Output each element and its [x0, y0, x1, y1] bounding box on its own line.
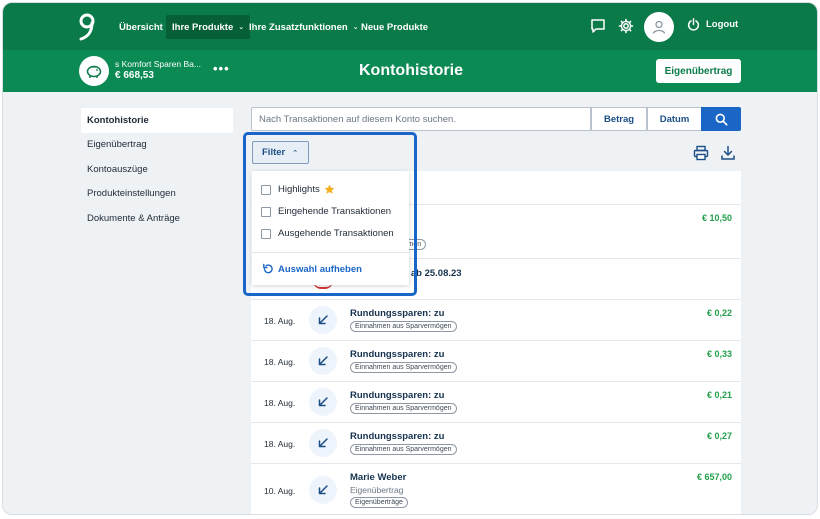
account-balance: € 668,53 — [115, 70, 154, 81]
search-placeholder: Nach Transaktionen auf diesem Konto such… — [259, 113, 456, 125]
sidebar: Kontohistorie Eigenübertrag Kontoauszüge… — [81, 108, 233, 231]
betrag-button[interactable]: Betrag — [591, 107, 647, 131]
account-avatar — [79, 56, 109, 86]
nav-item-label: Übersicht — [119, 21, 163, 33]
transaction-title: Rundungssparen: zu — [350, 431, 445, 442]
logout-label: Logout — [706, 19, 739, 30]
transaction-date: 18. Aug. — [264, 439, 296, 449]
transaction-date: 10. Aug. — [264, 486, 296, 496]
piggy-bank-icon — [86, 65, 102, 78]
category-tag: Eigenüberträge — [350, 497, 408, 508]
category-tag: Einnahmen aus Sparvermögen — [350, 362, 457, 373]
nav-item-ihre-produkte[interactable]: Ihre Produkte ⌄ — [166, 15, 251, 39]
transaction-date: 18. Aug. — [264, 316, 296, 326]
logout-button[interactable]: Logout — [687, 18, 738, 31]
transaction-date: 18. Aug. — [264, 357, 296, 367]
nav-item-label: Neue Produkte — [361, 21, 429, 33]
print-icon[interactable] — [693, 145, 709, 161]
app-window: Übersicht Ihre Produkte ⌄ Ihre Zusatzfun… — [2, 2, 818, 515]
eigenuebertrag-button[interactable]: Eigenübertrag — [656, 59, 741, 83]
sidebar-item-label: Produkteinstellungen — [87, 188, 176, 200]
incoming-arrow-icon — [309, 476, 337, 504]
amount: € 10,50 — [701, 213, 732, 223]
table-row[interactable]: 18. Aug. Rundungssparen: zu Einnahmen au… — [251, 299, 741, 340]
sidebar-item-kontohistorie[interactable]: Kontohistorie — [81, 108, 233, 133]
nav-item-neue-produkte[interactable]: Neue Produkte — [355, 15, 434, 39]
amount: € 0,27 — [706, 431, 732, 441]
sidebar-item-dokumente[interactable]: Dokumente & Anträge — [81, 206, 233, 231]
nav-item-label: Ihre Zusatzfunktionen — [249, 21, 348, 33]
download-icon[interactable] — [720, 145, 736, 161]
search-input[interactable]: Nach Transaktionen auf diesem Konto such… — [251, 107, 591, 131]
datum-button[interactable]: Datum — [647, 107, 702, 131]
account-name: s Komfort Sparen Ba... — [115, 59, 201, 69]
user-avatar-icon — [652, 20, 666, 34]
transaction-title: Rundungssparen: zu — [350, 349, 445, 360]
transaction-title: Rundungssparen: zu — [350, 308, 445, 319]
category-tag: Einnahmen aus Sparvermögen — [350, 403, 457, 414]
search-icon — [715, 113, 728, 126]
incoming-arrow-icon — [309, 306, 337, 334]
sidebar-item-label: Kontoauszüge — [87, 163, 148, 175]
sidebar-item-eigenuebertrag[interactable]: Eigenübertrag — [81, 133, 233, 158]
logo-icon[interactable] — [77, 13, 97, 41]
sidebar-item-label: Dokumente & Anträge — [87, 212, 180, 224]
top-navigation: Übersicht Ihre Produkte ⌄ Ihre Zusatzfun… — [3, 3, 817, 50]
incoming-arrow-icon — [309, 429, 337, 457]
table-row[interactable]: 18. Aug. Rundungssparen: zu Einnahmen au… — [251, 381, 741, 422]
category-tag: Einnahmen aus Sparvermögen — [350, 444, 457, 455]
nav-item-label: Ihre Produkte — [172, 21, 234, 33]
highlight-box — [243, 132, 417, 296]
sidebar-item-label: Eigenübertrag — [87, 139, 147, 151]
account-more-menu[interactable]: ••• — [213, 61, 230, 76]
nav-item-uebersicht[interactable]: Übersicht — [113, 15, 169, 39]
sidebar-item-label: Kontohistorie — [87, 114, 149, 126]
incoming-arrow-icon — [309, 388, 337, 416]
transaction-title: Rundungssparen: zu — [350, 390, 445, 401]
gear-icon[interactable] — [618, 18, 634, 34]
nav-item-zusatzfunktionen[interactable]: Ihre Zusatzfunktionen ⌄ — [243, 15, 365, 39]
page-title: Kontohistorie — [359, 62, 463, 79]
amount: € 0,21 — [706, 390, 732, 400]
sidebar-item-produkteinstellungen[interactable]: Produkteinstellungen — [81, 182, 233, 207]
amount: € 657,00 — [696, 472, 732, 482]
transaction-date: 18. Aug. — [264, 398, 296, 408]
chat-icon[interactable] — [590, 18, 606, 34]
transaction-title: Marie Weber — [350, 472, 407, 483]
amount: € 0,33 — [706, 349, 732, 359]
amount: € 0,22 — [706, 308, 732, 318]
incoming-arrow-icon — [309, 347, 337, 375]
table-row[interactable]: 10. Aug. Marie Weber Eigenübertrag Eigen… — [251, 463, 741, 514]
transaction-subtitle: Eigenübertrag — [350, 485, 404, 495]
table-row[interactable]: 18. Aug. Rundungssparen: zu Einnahmen au… — [251, 340, 741, 381]
category-tag: Einnahmen aus Sparvermögen — [350, 321, 457, 332]
sidebar-item-kontoauszuege[interactable]: Kontoauszüge — [81, 157, 233, 182]
search-button[interactable] — [701, 107, 741, 131]
power-icon — [687, 18, 700, 31]
avatar[interactable] — [644, 12, 674, 42]
table-row[interactable]: 18. Aug. Rundungssparen: zu Einnahmen au… — [251, 422, 741, 463]
